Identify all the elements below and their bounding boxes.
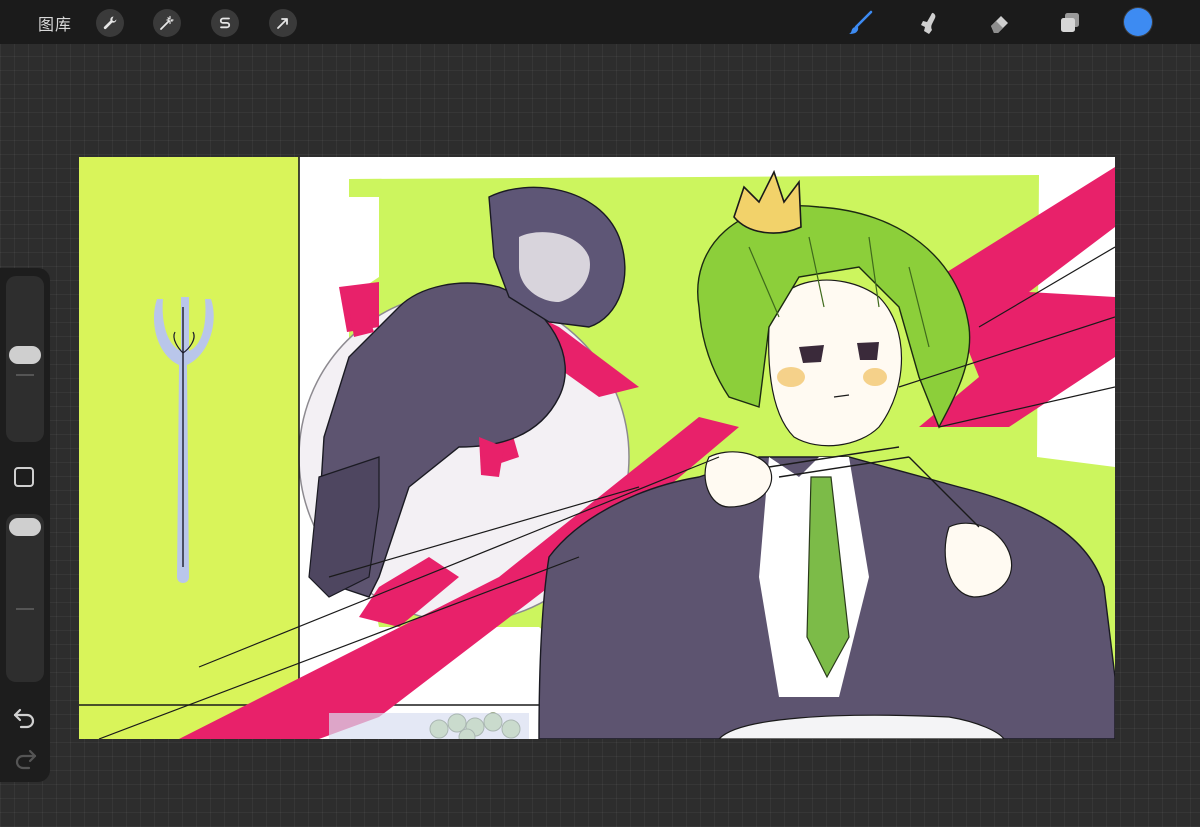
brush-tool-button[interactable]	[845, 8, 875, 38]
eraser-icon	[991, 16, 1008, 33]
actions-button[interactable]	[96, 9, 124, 37]
layers-icon	[1061, 13, 1079, 32]
eraser-tool-button[interactable]	[985, 8, 1015, 38]
wrench-icon	[103, 16, 117, 30]
adjustments-button[interactable]	[153, 9, 181, 37]
drawing-canvas[interactable]	[79, 157, 1115, 739]
modify-button[interactable]	[14, 467, 34, 487]
gallery-button[interactable]: 图库	[38, 11, 72, 35]
top-toolbar: 图库	[0, 0, 1200, 44]
eye-right	[857, 342, 879, 360]
redo-icon[interactable]	[12, 746, 38, 770]
opacity-thumb[interactable]	[9, 518, 41, 536]
table-cloth	[329, 713, 529, 739]
face	[768, 279, 902, 447]
artwork	[79, 157, 1115, 739]
brush-size-thumb[interactable]	[9, 346, 41, 364]
arrow-cursor-icon	[277, 18, 288, 29]
opacity-slider[interactable]	[6, 514, 44, 682]
undo-icon[interactable]	[12, 705, 38, 729]
eye-left	[799, 345, 824, 363]
smudge-tool-button[interactable]	[914, 8, 944, 38]
selection-s-icon	[219, 17, 231, 29]
slider-notch	[16, 374, 34, 376]
left-lime-panel	[79, 157, 299, 739]
color-picker-button[interactable]	[1124, 8, 1152, 36]
brush-size-slider[interactable]	[6, 276, 44, 442]
selection-button[interactable]	[211, 9, 239, 37]
slider-notch	[16, 608, 34, 610]
cheek-left	[777, 367, 805, 387]
brush-icon	[849, 10, 873, 34]
left-sidebar	[0, 268, 50, 782]
transform-button[interactable]	[269, 9, 297, 37]
magic-wand-icon	[160, 15, 174, 30]
smudge-finger-icon	[921, 12, 936, 35]
layers-button[interactable]	[1055, 8, 1085, 38]
cheek-right	[863, 368, 887, 386]
procreate-app: 图库	[0, 0, 1200, 827]
